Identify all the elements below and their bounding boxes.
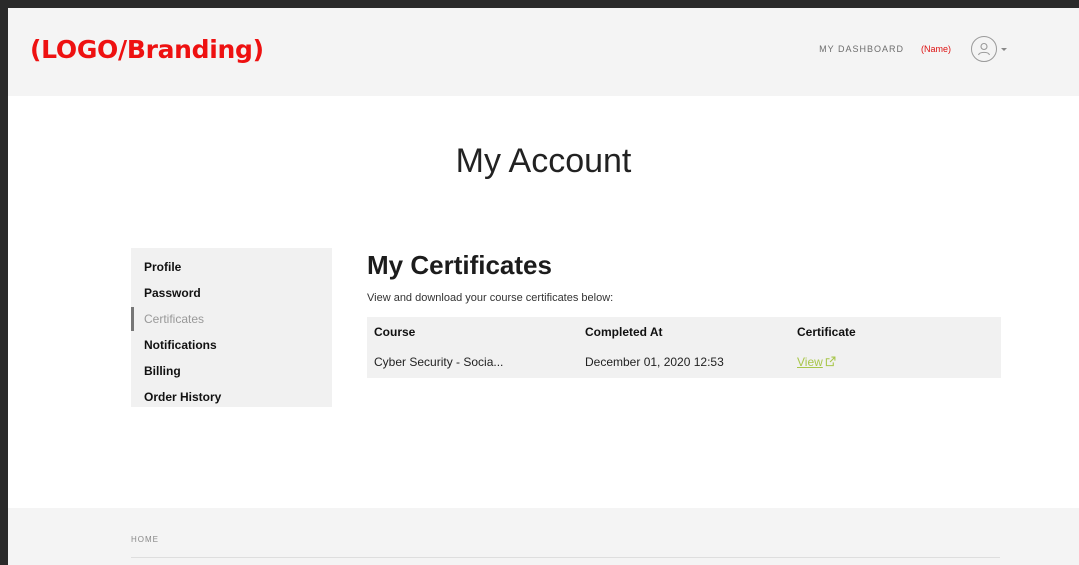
certificate-cell: View (790, 346, 1001, 378)
section-heading: My Certificates (367, 250, 552, 280)
column-header-certificate: Certificate (797, 324, 856, 339)
completed-at-cell: December 01, 2020 12:53 (585, 355, 724, 369)
sidebar-item-profile[interactable]: Profile (131, 254, 332, 280)
section-description: View and download your course certificat… (367, 292, 614, 304)
external-link-icon (825, 356, 836, 367)
view-link-label: View (797, 355, 823, 369)
sidebar-item-notifications[interactable]: Notifications (131, 332, 332, 358)
column-header-course: Course (374, 324, 416, 339)
sidebar-item-billing[interactable]: Billing (131, 358, 332, 384)
certificates-table: Course Completed At Certificate Cyber Se… (367, 317, 1001, 378)
site-footer: HOME (8, 508, 1079, 565)
view-certificate-link[interactable]: View (797, 355, 836, 369)
column-header-completed-at: Completed At (585, 324, 663, 339)
page: (LOGO/Branding) MY DASHBOARD (Name) My A… (8, 8, 1079, 565)
caret-down-icon[interactable] (1001, 47, 1007, 51)
user-silhouette-icon (977, 42, 991, 56)
footer-divider (131, 557, 1000, 558)
user-name: (Name) (920, 44, 951, 54)
account-sidebar: Profile Password Certificates Notificati… (131, 248, 332, 407)
page-title: My Account (455, 142, 632, 180)
table-row: Cyber Security - Socia... December 01, 2… (367, 346, 1001, 378)
my-dashboard-link[interactable]: MY DASHBOARD (819, 44, 904, 54)
sidebar-item-password[interactable]: Password (131, 280, 332, 306)
logo[interactable]: (LOGO/Branding) (30, 35, 264, 64)
sidebar-item-certificates[interactable]: Certificates (131, 306, 332, 332)
table-header-row: Course Completed At Certificate (367, 317, 1001, 346)
user-avatar-icon[interactable] (971, 36, 997, 62)
certificates-section: My Certificates View and download your c… (367, 248, 1001, 378)
top-nav: MY DASHBOARD (Name) (819, 36, 1007, 62)
footer-home-link[interactable]: HOME (131, 535, 159, 544)
site-header: (LOGO/Branding) MY DASHBOARD (Name) (8, 8, 1079, 96)
sidebar-item-order-history[interactable]: Order History (131, 384, 332, 410)
course-cell: Cyber Security - Socia... (374, 355, 504, 369)
